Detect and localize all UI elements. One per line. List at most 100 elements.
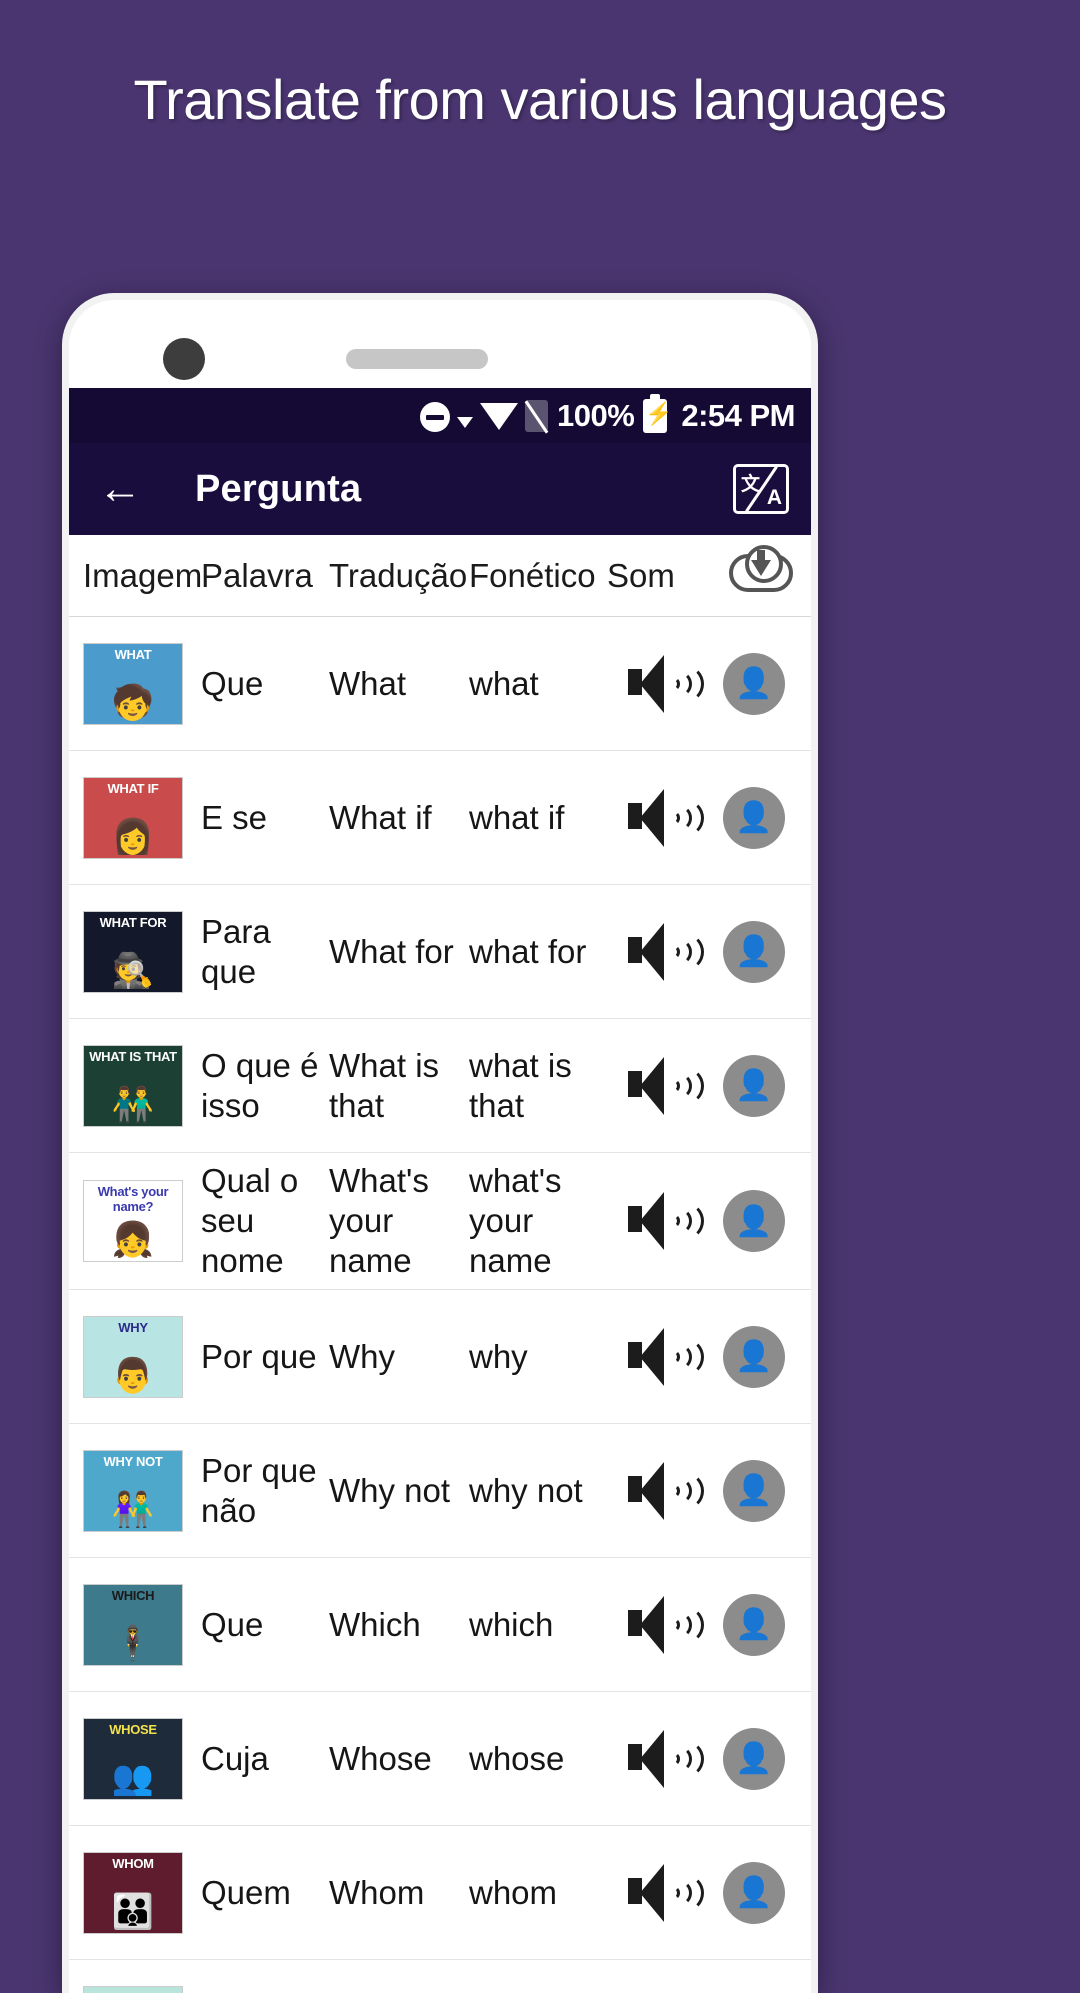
play-sound-button[interactable] xyxy=(607,1057,711,1115)
thumbnail-caption: WHAT xyxy=(84,647,182,662)
play-sound-button[interactable] xyxy=(607,1730,711,1788)
record-voice-button[interactable]: 👤 xyxy=(711,1862,797,1924)
word-thumbnail[interactable]: WHY 👨 xyxy=(83,1316,183,1398)
speaker-icon xyxy=(628,1462,690,1520)
play-sound-button[interactable] xyxy=(607,1864,711,1922)
record-voice-button[interactable]: 👤 xyxy=(711,653,797,715)
cell-word: Qual o seu nome xyxy=(201,1161,329,1281)
play-sound-button[interactable] xyxy=(607,1596,711,1654)
thumbnail-figure: 🕵 xyxy=(112,954,154,988)
cell-word: Que xyxy=(201,664,329,704)
word-thumbnail[interactable]: WHOSE👥 xyxy=(83,1718,183,1800)
cell-translation: Why xyxy=(329,1337,469,1377)
thumbnail-caption: What's your name? xyxy=(84,1184,182,1214)
record-voice-button[interactable]: 👤 xyxy=(711,1460,797,1522)
wifi-icon xyxy=(480,403,518,430)
word-thumbnail[interactable]: WHEN⌚ xyxy=(83,1986,183,1993)
speaker-icon xyxy=(628,1864,690,1922)
status-icons xyxy=(420,400,548,432)
cell-translation: Whose xyxy=(329,1739,469,1779)
cell-word: Quem xyxy=(201,1873,329,1913)
table-row[interactable]: WHAT IF 👩 E seWhat ifwhat if 👤 xyxy=(69,751,811,885)
cell-translation: What's your name xyxy=(329,1161,469,1281)
record-voice-button[interactable]: 👤 xyxy=(711,921,797,983)
word-thumbnail[interactable]: WHAT FOR🕵 xyxy=(83,911,183,993)
table-row[interactable]: WHY NOT👫Por que nãoWhy notwhy not👤 xyxy=(69,1424,811,1558)
word-thumbnail[interactable]: What's your name?👧 xyxy=(83,1180,183,1262)
column-header-word: Palavra xyxy=(201,557,329,595)
cell-translation: What if xyxy=(329,798,469,838)
play-sound-button[interactable] xyxy=(607,1328,711,1386)
record-voice-button[interactable]: 👤 xyxy=(711,1728,797,1790)
cell-translation: What is that xyxy=(329,1046,469,1126)
word-thumbnail[interactable]: WHAT IS THAT 👬 xyxy=(83,1045,183,1127)
avatar-icon: 👤 xyxy=(723,653,785,715)
avatar-icon: 👤 xyxy=(723,1862,785,1924)
play-sound-button[interactable] xyxy=(607,789,711,847)
page-title: Translate from various languages xyxy=(0,62,1080,138)
cell-phonetic: why xyxy=(469,1337,607,1377)
cell-word: E se xyxy=(201,798,329,838)
cell-translation: What for xyxy=(329,932,469,972)
thumbnail-figure: 👬 xyxy=(112,1088,154,1122)
thumbnail-figure: 👪 xyxy=(112,1895,154,1929)
play-sound-button[interactable] xyxy=(607,655,711,713)
thumbnail-figure: 👩 xyxy=(112,820,154,854)
table-row[interactable]: WHICH🕴QueWhichwhich👤 xyxy=(69,1558,811,1692)
speaker-icon xyxy=(628,1596,690,1654)
record-voice-button[interactable]: 👤 xyxy=(711,1594,797,1656)
thumbnail-caption: WHAT IS THAT xyxy=(84,1049,182,1064)
thumbnail-figure: 👨 xyxy=(112,1359,154,1393)
table-row[interactable]: What's your name?👧Qual o seu nomeWhat's … xyxy=(69,1153,811,1290)
thumbnail-caption: WHY NOT xyxy=(84,1454,182,1469)
translate-icon[interactable]: 文 A xyxy=(733,464,789,514)
cell-phonetic: what is that xyxy=(469,1046,607,1126)
table-row[interactable]: WHOM👪QuemWhomwhom👤 xyxy=(69,1826,811,1960)
cell-phonetic: what if xyxy=(469,798,607,838)
table-row[interactable]: WHY👨Por queWhywhy👤 xyxy=(69,1290,811,1424)
cell-phonetic: what's your name xyxy=(469,1161,607,1281)
avatar-icon: 👤 xyxy=(723,1055,785,1117)
cell-phonetic: whom xyxy=(469,1873,607,1913)
word-thumbnail[interactable]: WHAT 🧒 xyxy=(83,643,183,725)
cell-phonetic: what for xyxy=(469,932,607,972)
speaker-icon xyxy=(628,1730,690,1788)
word-thumbnail[interactable]: WHICH🕴 xyxy=(83,1584,183,1666)
word-list[interactable]: WHAT🧒QueWhatwhat👤WHAT IF👩E seWhat ifwhat… xyxy=(69,617,811,1993)
avatar-icon: 👤 xyxy=(723,1190,785,1252)
thumbnail-caption: WHAT IF xyxy=(84,781,182,796)
column-header-image: Imagem xyxy=(83,557,201,595)
record-voice-button[interactable]: 👤 xyxy=(711,1326,797,1388)
column-header-sound: Som xyxy=(607,557,711,595)
table-row[interactable]: WHOSE👥CujaWhosewhose👤 xyxy=(69,1692,811,1826)
thumbnail-figure: 🧒 xyxy=(112,686,154,720)
cell-phonetic: whose xyxy=(469,1739,607,1779)
cell-phonetic: which xyxy=(469,1605,607,1645)
play-sound-button[interactable] xyxy=(607,923,711,981)
table-row[interactable]: WHEN⌚QuandoWhenwhen👤 xyxy=(69,1960,811,1993)
status-bar: 100% 2:54 PM xyxy=(69,388,811,443)
table-row[interactable]: WHAT IS THAT👬O que é issoWhat is thatwha… xyxy=(69,1019,811,1153)
word-thumbnail[interactable]: WHOM👪 xyxy=(83,1852,183,1934)
thumbnail-caption: WHY xyxy=(84,1320,182,1335)
record-voice-button[interactable]: 👤 xyxy=(711,1055,797,1117)
table-row[interactable]: WHAT FOR🕵Para queWhat forwhat for👤 xyxy=(69,885,811,1019)
thumbnail-figure: 🕴 xyxy=(112,1627,154,1661)
record-voice-button[interactable]: 👤 xyxy=(711,787,797,849)
front-camera-icon xyxy=(163,338,205,380)
speaker-icon xyxy=(628,1328,690,1386)
play-sound-button[interactable] xyxy=(607,1192,711,1250)
thumbnail-figure: 👥 xyxy=(112,1761,154,1795)
status-bar-clock: 2:54 PM xyxy=(681,398,795,434)
battery-charging-icon xyxy=(643,399,667,433)
download-all-button[interactable] xyxy=(711,544,811,608)
word-thumbnail[interactable]: WHAT IF 👩 xyxy=(83,777,183,859)
word-thumbnail[interactable]: WHY NOT👫 xyxy=(83,1450,183,1532)
avatar-icon: 👤 xyxy=(723,1728,785,1790)
cell-translation: Which xyxy=(329,1605,469,1645)
record-voice-button[interactable]: 👤 xyxy=(711,1190,797,1252)
back-button[interactable]: ← xyxy=(91,460,149,518)
speaker-icon xyxy=(628,923,690,981)
table-row[interactable]: WHAT🧒QueWhatwhat👤 xyxy=(69,617,811,751)
play-sound-button[interactable] xyxy=(607,1462,711,1520)
